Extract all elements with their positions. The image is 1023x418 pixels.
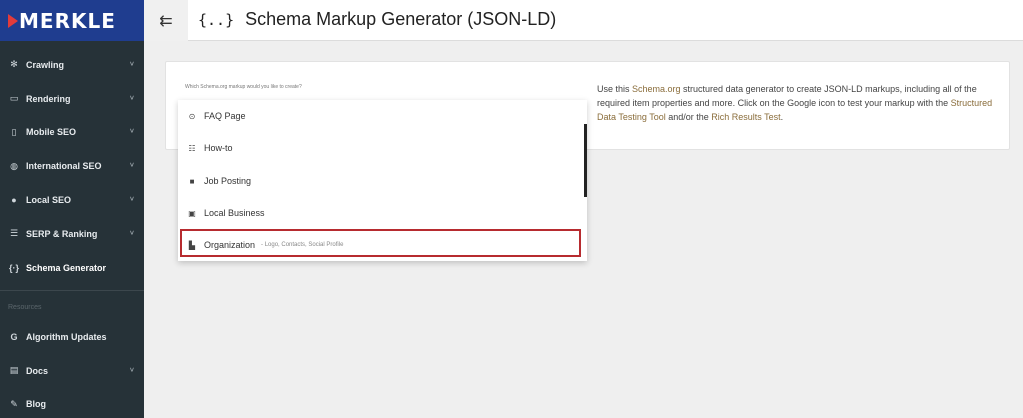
sidebar-item-rendering[interactable]: ▭ Rendering ˅ [0,82,144,116]
brand-logo[interactable]: MERKLE [0,0,144,41]
info-text: Use this Schema.org structured data gene… [597,82,997,124]
page-title: {..} Schema Markup Generator (JSON-LD) [198,9,556,30]
pencil-icon: ✎ [10,398,18,409]
chevron-down-icon: ˅ [129,367,134,375]
sidebar-item-blog[interactable]: ✎ Blog [0,388,144,418]
sidebar-item-label: Docs [26,365,49,376]
collapse-arrow-icon: ⇇ [159,12,173,30]
sidebar-item-international-seo[interactable]: ◍ International SEO ˅ [0,149,144,183]
collapse-menu-button[interactable]: ⇇ [144,0,188,41]
pin-icon: ● [11,195,17,206]
dropdown-option-label: How-to [204,143,233,153]
logo-mark-icon [8,13,18,28]
briefcase-icon: ■ [189,176,195,186]
list-icon: ☰ [9,228,19,239]
info-text-part: and/or the [665,112,712,122]
highlight-box [180,229,581,257]
dropdown-option-label: FAQ Page [204,111,246,121]
dropdown-option-faq-page[interactable]: ⊙ FAQ Page [178,100,587,132]
dropdown-scrollbar[interactable] [584,124,587,197]
google-icon: G [10,331,18,342]
sidebar-item-label: Mobile SEO [26,127,77,138]
top-bar: ⇇ {..} Schema Markup Generator (JSON-LD) [144,0,1023,41]
question-circle-icon: ⊙ [188,111,196,121]
braces-icon: {..} [198,11,235,29]
list-icon: ☷ [188,143,196,153]
sidebar-nav: ✻ Crawling ˅ ▭ Rendering ˅ ▯ Mobile SEO … [0,48,144,285]
sidebar-divider [0,290,144,291]
chevron-down-icon: ˅ [129,162,134,170]
sidebar: MERKLE ✻ Crawling ˅ ▭ Rendering ˅ ▯ Mobi… [0,0,144,418]
sidebar-item-label: Schema Generator [26,262,107,273]
monitor-icon: ▭ [9,93,19,104]
chevron-down-icon: ˅ [129,61,134,69]
chevron-down-icon: ˅ [129,128,134,136]
sidebar-item-label: Algorithm Updates [26,331,107,342]
sidebar-resources-nav: G Algorithm Updates ▤ Docs ˅ ✎ Blog [0,320,144,418]
sidebar-item-label: Rendering [26,93,71,104]
sidebar-item-label: Local SEO [26,195,72,206]
info-text-part: . [780,112,784,122]
sidebar-item-label: Crawling [26,59,65,70]
dropdown-option-how-to[interactable]: ☷ How-to [178,132,587,164]
chevron-down-icon: ˅ [129,230,134,238]
schema-type-question: Which Schema.org markup would you like t… [185,84,302,90]
sidebar-item-label: Blog [26,399,46,410]
rich-results-test-link[interactable]: Rich Results Test [711,112,780,122]
dropdown-option-local-business[interactable]: ▣ Local Business [178,197,587,229]
sidebar-item-serp-ranking[interactable]: ☰ SERP & Ranking ˅ [0,217,144,251]
dropdown-option-label: Job Posting [204,176,252,186]
sidebar-item-label: International SEO [26,161,102,172]
sidebar-item-docs[interactable]: ▤ Docs ˅ [0,354,144,388]
page-title-text: Schema Markup Generator (JSON-LD) [245,9,557,29]
chevron-down-icon: ˅ [129,95,134,103]
info-text-part: Use this [597,84,633,94]
schema-org-link[interactable]: Schema.org [632,84,681,94]
dropdown-option-label: Local Business [204,208,265,218]
store-icon: ▣ [188,208,196,218]
sidebar-item-algorithm-updates[interactable]: G Algorithm Updates [0,320,144,354]
sidebar-item-mobile-seo[interactable]: ▯ Mobile SEO ˅ [0,116,144,150]
sidebar-item-crawling[interactable]: ✻ Crawling ˅ [0,48,144,82]
bug-icon: ✻ [10,59,18,70]
sidebar-item-label: SERP & Ranking [26,228,98,239]
sidebar-item-schema-generator[interactable]: {·} Schema Generator [0,251,144,285]
dropdown-option-job-posting[interactable]: ■ Job Posting [178,165,587,197]
braces-icon: {·} [8,262,19,273]
chevron-down-icon: ˅ [129,196,134,204]
brand-name: MERKLE [19,8,116,33]
sidebar-section-label: Resources [8,304,42,311]
globe-icon: ◍ [10,160,18,171]
docs-icon: ▤ [9,365,19,376]
phone-icon: ▯ [11,126,17,137]
sidebar-item-local-seo[interactable]: ● Local SEO ˅ [0,183,144,217]
